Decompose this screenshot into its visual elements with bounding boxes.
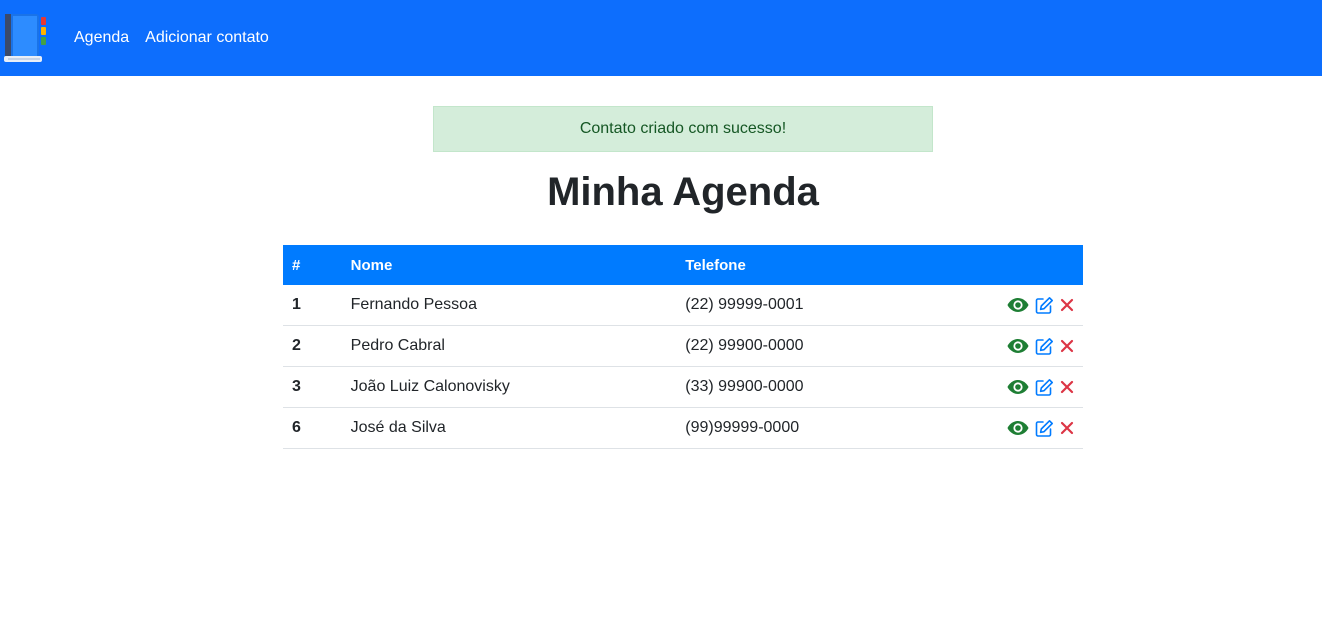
eye-icon[interactable] (1007, 420, 1029, 436)
success-alert: Contato criado com sucesso! (433, 106, 933, 152)
nav-links: Agenda Adicionar contato (74, 0, 285, 76)
table-row: 6 José da Silva (99)99999-0000 (283, 407, 1083, 449)
header-number: # (292, 256, 301, 274)
edit-icon[interactable] (1035, 296, 1054, 315)
table-row: 3 João Luiz Calonovisky (33) 99900-0000 (283, 366, 1083, 408)
eye-icon[interactable] (1007, 338, 1029, 354)
row-name: Pedro Cabral (341, 325, 677, 367)
delete-icon[interactable] (1060, 421, 1074, 435)
header-phone: Telefone (685, 256, 746, 274)
table-body: 1 Fernando Pessoa (22) 99999-0001 2 Pedro Ca… (283, 285, 1083, 449)
table-row: 1 Fernando Pessoa (22) 99999-0001 (283, 285, 1083, 326)
row-phone: (33) 99900-0000 (676, 366, 992, 408)
row-number: 2 (283, 325, 342, 367)
nav-link-add-contact[interactable]: Adicionar contato (145, 29, 269, 47)
edit-icon[interactable] (1035, 419, 1054, 438)
table-row: 2 Pedro Cabral (22) 99900-0000 (283, 325, 1083, 367)
row-actions (992, 325, 1083, 367)
row-phone: (22) 99900-0000 (676, 325, 992, 367)
eye-icon[interactable] (1007, 297, 1029, 313)
address-book-icon[interactable] (3, 12, 49, 64)
header-actions (992, 245, 1083, 285)
row-name: Fernando Pessoa (341, 285, 677, 326)
row-phone: (99)99999-0000 (676, 407, 992, 449)
row-actions (992, 407, 1083, 449)
edit-icon[interactable] (1035, 337, 1054, 356)
delete-icon[interactable] (1060, 380, 1074, 394)
eye-icon[interactable] (1007, 379, 1029, 395)
header-name: Nome (350, 256, 393, 274)
delete-icon[interactable] (1060, 298, 1074, 312)
row-actions (992, 285, 1083, 326)
row-actions (992, 366, 1083, 408)
row-number: 3 (283, 366, 342, 408)
page-title: Minha Agenda (547, 170, 819, 214)
delete-icon[interactable] (1060, 339, 1074, 353)
row-name: José da Silva (341, 407, 677, 449)
row-number: 6 (283, 407, 342, 449)
row-phone: (22) 99999-0001 (676, 285, 992, 326)
row-number: 1 (283, 285, 342, 326)
table-header: # Nome Telefone (283, 245, 1083, 285)
nav-link-agenda[interactable]: Agenda (74, 29, 129, 47)
edit-icon[interactable] (1035, 378, 1054, 397)
row-name: João Luiz Calonovisky (341, 366, 677, 408)
contacts-table: # Nome Telefone 1 Fernando Pessoa (22) 999… (283, 245, 1083, 449)
navbar: Agenda Adicionar contato (0, 0, 1322, 76)
alert-message: Contato criado com sucesso! (579, 120, 787, 137)
